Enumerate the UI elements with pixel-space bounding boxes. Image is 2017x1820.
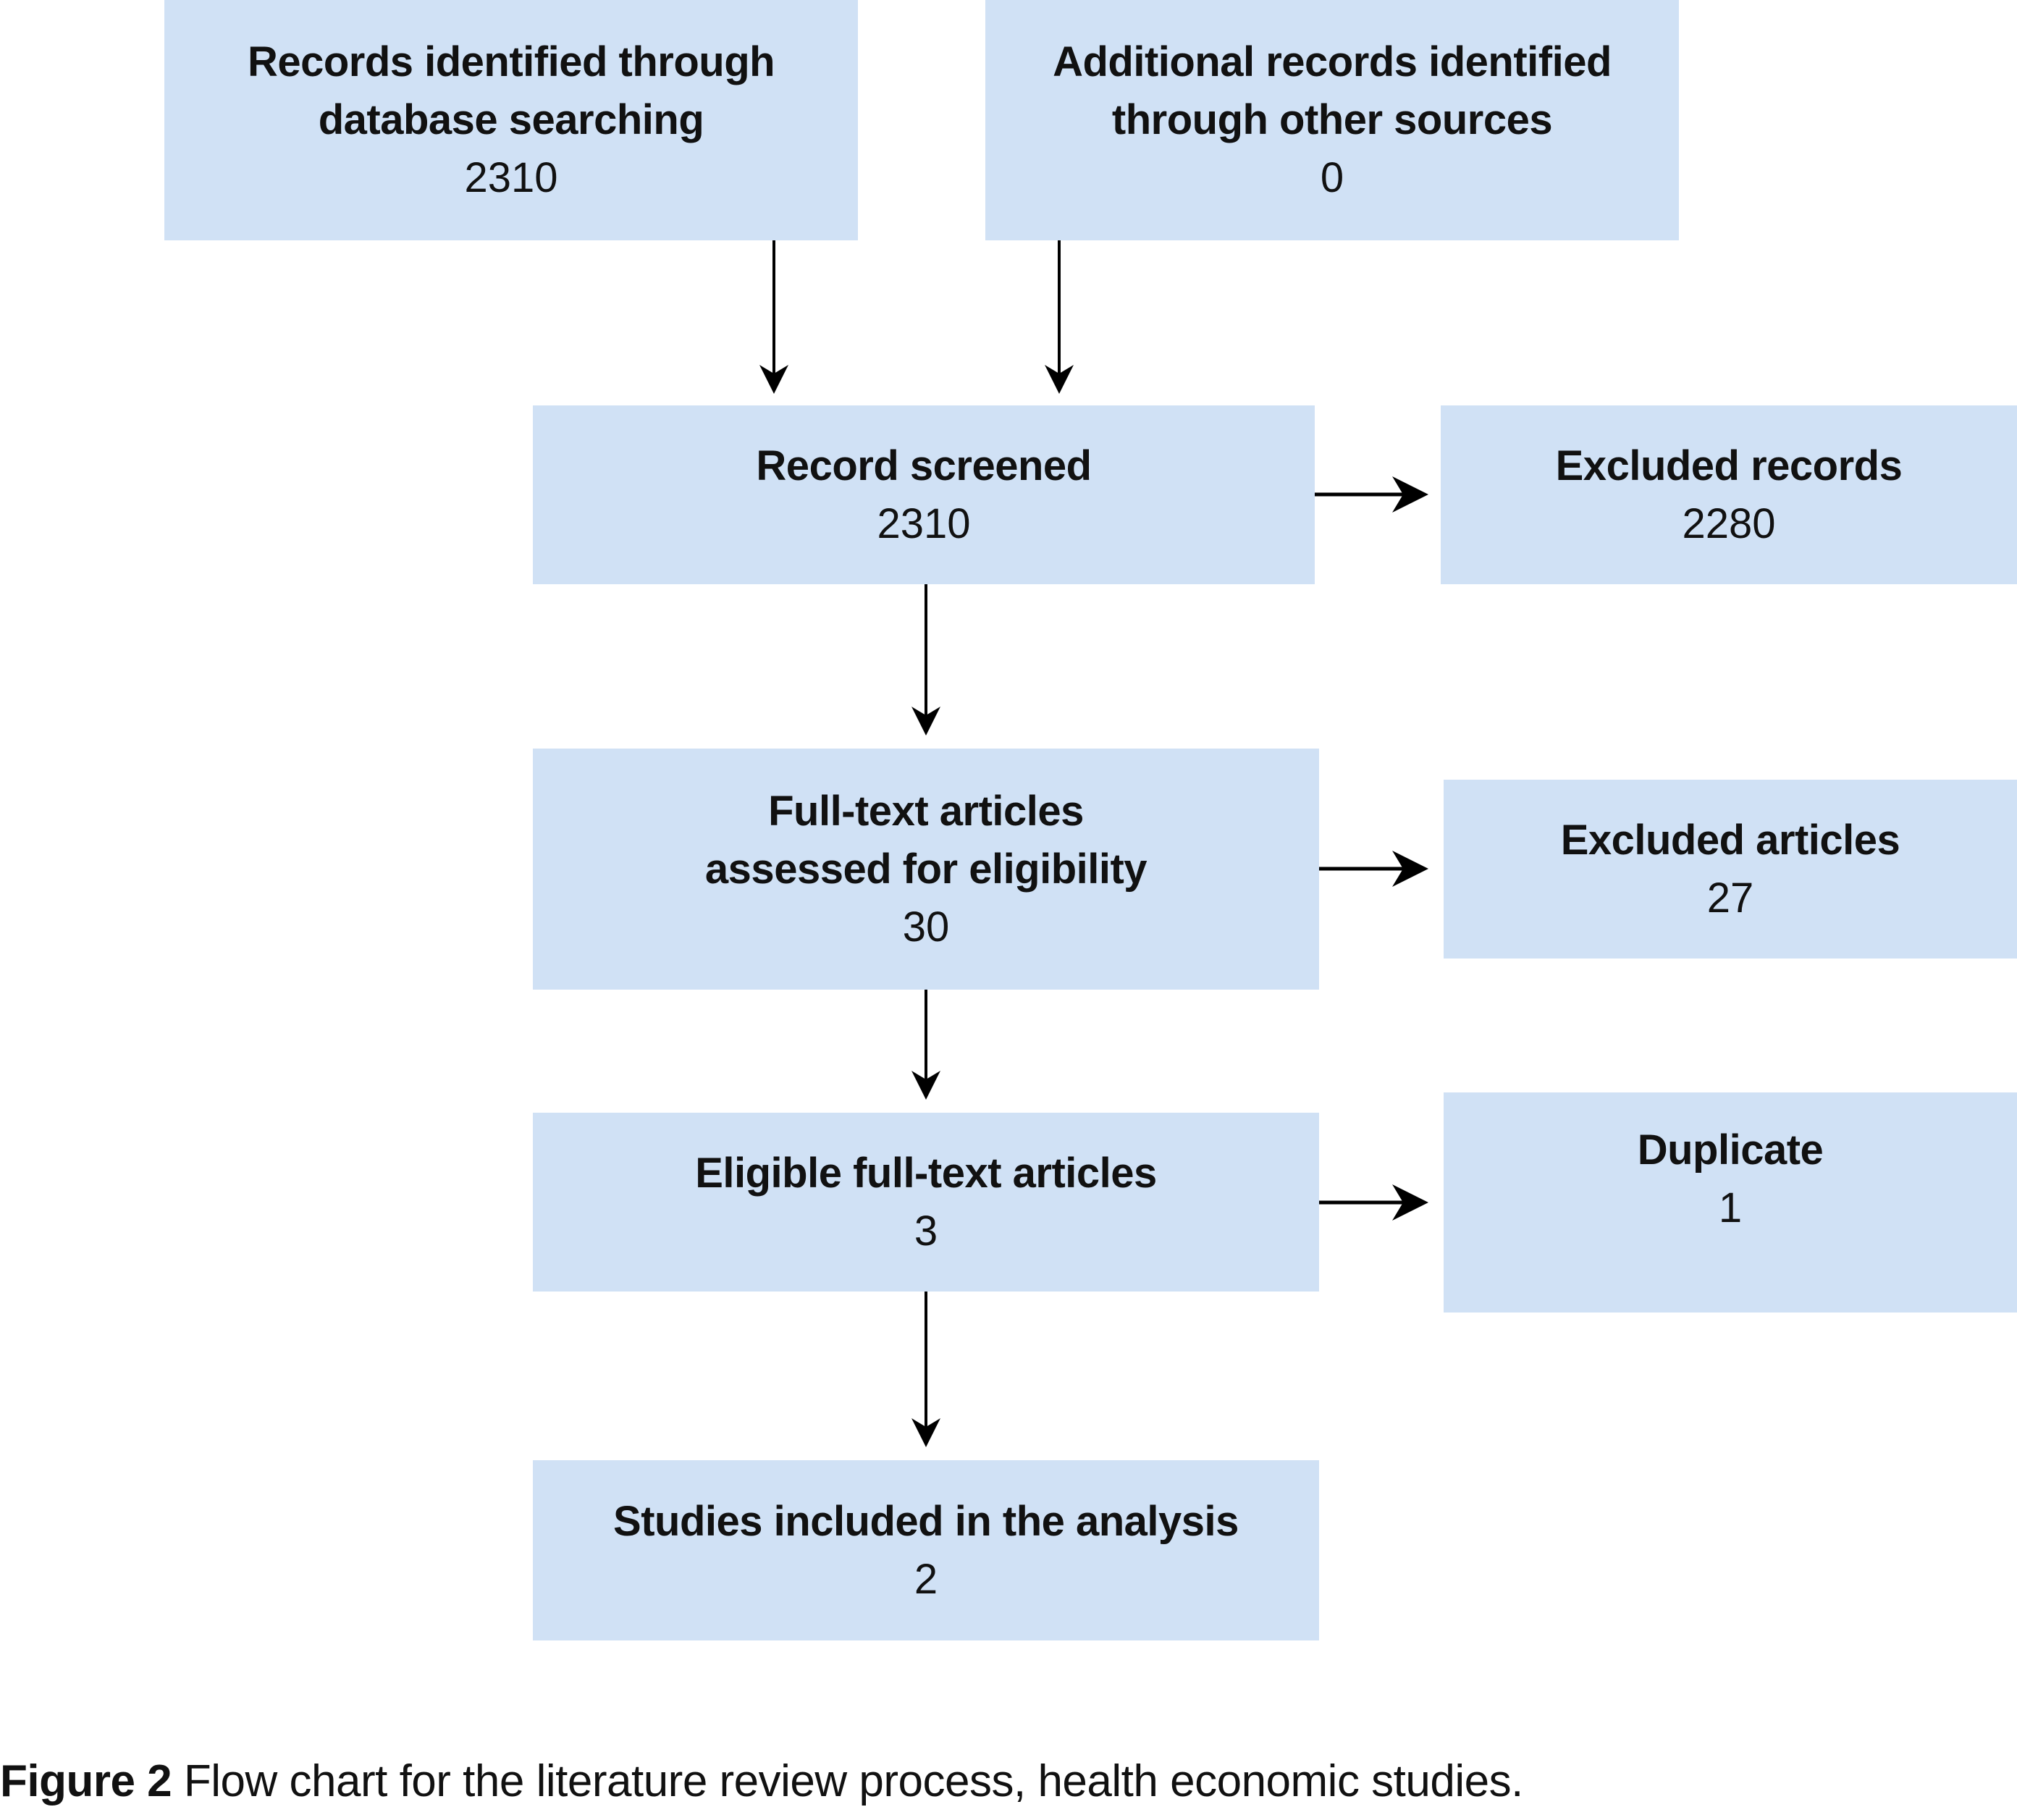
box-excluded-articles: Excluded articles 27 (1444, 780, 2017, 959)
figure-label: Figure 2 (0, 1756, 172, 1806)
box-title-line: Records identified through (247, 38, 775, 85)
box-title-line: Excluded records (1555, 442, 1903, 489)
box-count: 3 (914, 1207, 938, 1255)
box-title-line: assessed for eligibility (704, 845, 1148, 893)
box-count: 0 (1320, 154, 1344, 201)
box-count: 30 (902, 903, 950, 951)
box-duplicate: Duplicate 1 (1444, 1092, 2017, 1313)
box-title-line: Studies included in the analysis (613, 1497, 1239, 1545)
box-title-line: through other sources (1111, 96, 1553, 143)
box-excluded-records: Excluded records 2280 (1441, 405, 2017, 584)
box-records-screened: Record screened 2310 (533, 405, 1315, 584)
box-fulltext-assessed: Full-text articles assessed for eligibil… (533, 749, 1319, 990)
box-count: 2310 (877, 500, 971, 547)
box-database-records: Records identified through database sear… (164, 0, 858, 240)
box-other-sources: Additional records identified through ot… (985, 0, 1679, 240)
box-title-line: Additional records identified (1053, 38, 1612, 85)
box-title-line: Full-text articles (768, 787, 1084, 835)
box-title-line: Eligible full-text articles (695, 1149, 1157, 1197)
box-count: 2310 (464, 154, 558, 201)
box-count: 1 (1718, 1184, 1743, 1231)
box-count: 27 (1706, 874, 1754, 922)
box-title-line: Excluded articles (1560, 816, 1900, 864)
box-studies-included: Studies included in the analysis 2 (533, 1460, 1319, 1640)
box-title-line: Duplicate (1637, 1126, 1824, 1174)
box-title-line: Record screened (756, 442, 1092, 489)
box-eligible-articles: Eligible full-text articles 3 (533, 1113, 1319, 1292)
figure-caption-text: Flow chart for the literature review pro… (172, 1756, 1523, 1806)
figure-caption: Figure 2 Flow chart for the literature r… (0, 1756, 1523, 1807)
box-count: 2280 (1682, 500, 1776, 547)
box-count: 2 (914, 1555, 938, 1603)
box-title-line: database searching (318, 96, 704, 143)
